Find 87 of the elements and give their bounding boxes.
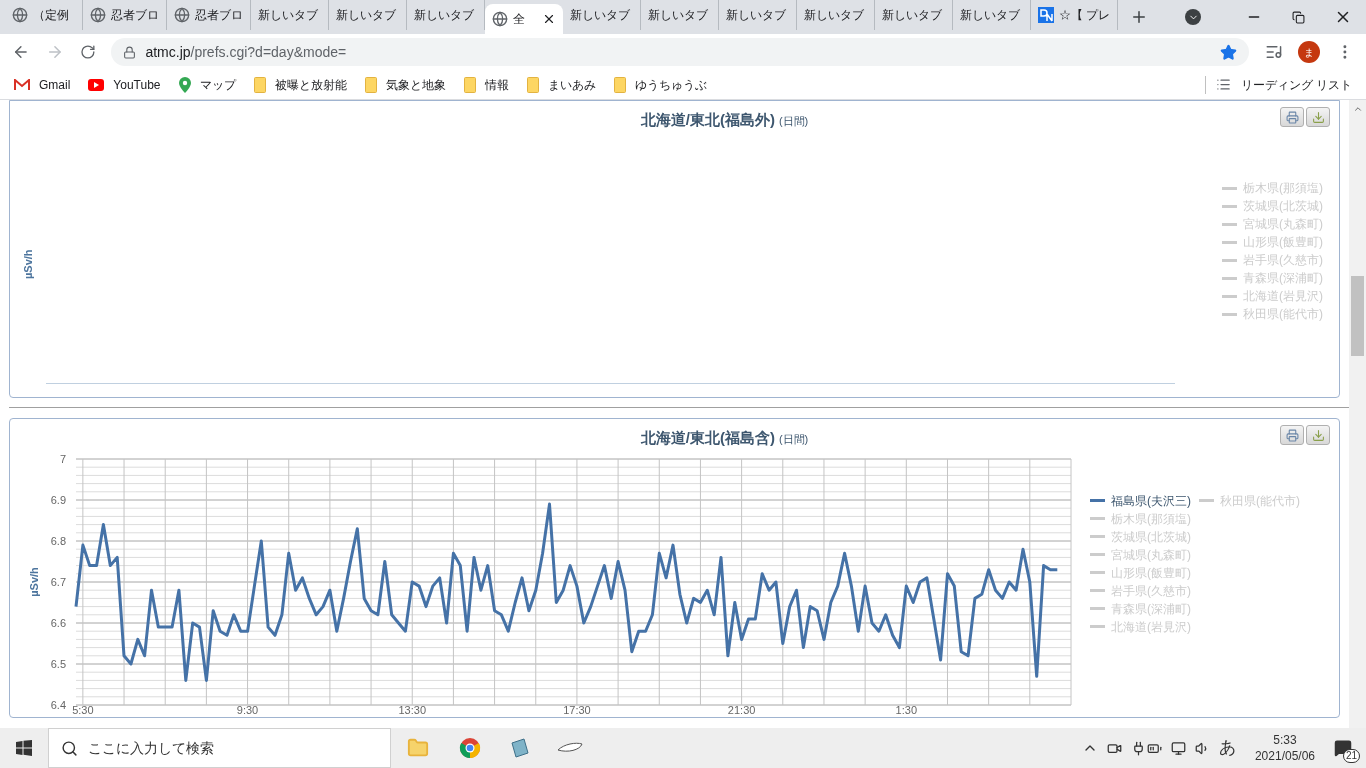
site-logo-icon: [1038, 7, 1054, 23]
browser-tab[interactable]: 新しいタブ: [563, 0, 641, 30]
list-icon: [1215, 77, 1231, 92]
axis-tick-label: 13:30: [398, 703, 426, 716]
chart-title: 北海道/東北(福島含): [640, 428, 775, 448]
bookmark[interactable]: ゆうちゅうぶ: [613, 75, 707, 94]
axis-tick-label: 6.8: [50, 534, 66, 547]
chart-title: 北海道/東北(福島外): [640, 110, 775, 130]
axis-tick-label: 7: [59, 452, 66, 465]
globe-icon: [12, 7, 28, 23]
notification-badge: 21: [1342, 749, 1360, 763]
download-icon: [1311, 110, 1325, 124]
axis-tick-label: 6.5: [50, 657, 66, 670]
chart-subtitle: (日間): [778, 432, 809, 447]
scrollbar-thumb[interactable]: [1351, 276, 1364, 356]
star-icon[interactable]: [1219, 43, 1237, 61]
restore-icon[interactable]: [1292, 10, 1305, 24]
axis-title: µSv/h: [20, 249, 35, 280]
globe-icon: [492, 11, 508, 27]
browser-tab[interactable]: 忍者ブロ: [83, 0, 167, 30]
bookmark[interactable]: YouTube: [88, 75, 161, 94]
bookmark[interactable]: Gmail: [14, 75, 71, 94]
legend-item[interactable]: 福島県(夫沢三): [1090, 491, 1191, 510]
bookmark[interactable]: まいあみ: [526, 75, 596, 94]
print-button[interactable]: [1280, 425, 1304, 445]
profile-avatar[interactable]: ま: [1298, 41, 1321, 63]
axis-tick-label: 6.9: [50, 493, 66, 506]
download-button[interactable]: [1306, 425, 1330, 445]
globe-icon: [90, 7, 106, 23]
folder-icon: [463, 76, 476, 93]
bookmark[interactable]: 被曝と放射能: [253, 75, 347, 94]
axis-tick-label: 6.6: [50, 616, 66, 629]
clock[interactable]: 5:33 2021/05/06: [1254, 732, 1315, 764]
search-field[interactable]: ここに入力して検索: [48, 728, 391, 768]
browser-tab[interactable]: 新しいタブ: [875, 0, 953, 30]
folder-icon: [526, 76, 539, 93]
map-pin-icon: [178, 76, 191, 93]
axis-title: µSv/h: [28, 566, 40, 597]
browser-tab[interactable]: 新しいタブ: [953, 0, 1031, 30]
network-icon[interactable]: [1170, 740, 1186, 756]
browser-tab[interactable]: 忍者ブロ: [167, 0, 251, 30]
printer-icon: [1285, 110, 1299, 124]
windows-icon[interactable]: [16, 740, 32, 756]
axis-tick-label: 6.7: [50, 575, 66, 588]
scrollbar[interactable]: [1349, 100, 1366, 728]
bookmark[interactable]: 気象と地象: [364, 75, 446, 94]
reload-icon[interactable]: [79, 44, 96, 60]
tab-search-icon[interactable]: [1185, 9, 1201, 25]
play-icon: [88, 78, 105, 91]
print-button[interactable]: [1280, 107, 1304, 127]
scroll-up-icon[interactable]: [1352, 104, 1363, 114]
back-icon[interactable]: [12, 43, 30, 61]
axis-tick-label: 5:30: [72, 703, 94, 716]
app-icon[interactable]: [557, 741, 583, 755]
printer-icon: [1285, 428, 1299, 442]
browser-tab[interactable]: ☆【 プレ: [1031, 0, 1119, 30]
axis-tick-label: 21:30: [727, 703, 756, 716]
app-icon[interactable]: [509, 737, 531, 759]
browser-tab[interactable]: 新しいタブ: [641, 0, 719, 30]
close-icon[interactable]: [542, 12, 556, 26]
reading-list-button[interactable]: リーディング リスト: [1215, 75, 1352, 94]
search-icon: [61, 739, 78, 757]
download-icon: [1311, 428, 1325, 442]
axis-tick-label: 17:30: [563, 703, 591, 716]
address-bar[interactable]: atmc.jp/prefs.cgi?d=day&mode=: [111, 38, 1249, 66]
globe-icon: [174, 7, 190, 23]
folder-icon: [253, 76, 266, 93]
browser-tab[interactable]: 新しいタブ: [329, 0, 407, 30]
browser-tab[interactable]: 新しいタブ: [251, 0, 329, 30]
axis-tick-label: 1:30: [895, 703, 917, 716]
lock-icon: [123, 45, 137, 59]
axis-tick-label: 9:30: [236, 703, 259, 716]
bookmark[interactable]: マップ: [178, 75, 236, 94]
download-button[interactable]: [1306, 107, 1330, 127]
bookmark[interactable]: 情報: [463, 75, 509, 94]
chart-subtitle: (日間): [778, 114, 809, 129]
ime-indicator[interactable]: あ: [1218, 735, 1236, 761]
browser-tab[interactable]: （定例: [5, 0, 83, 30]
axis-tick-label: 6.4: [50, 698, 66, 711]
folder-icon: [613, 76, 626, 93]
folder-icon: [364, 76, 377, 93]
browser-tab[interactable]: 全: [485, 4, 563, 34]
browser-tab[interactable]: 新しいタブ: [719, 0, 797, 30]
browser-tab[interactable]: 新しいタブ: [797, 0, 875, 30]
browser-icon[interactable]: [459, 737, 481, 759]
mail-icon: [14, 78, 30, 91]
media-icon[interactable]: [1264, 43, 1283, 61]
